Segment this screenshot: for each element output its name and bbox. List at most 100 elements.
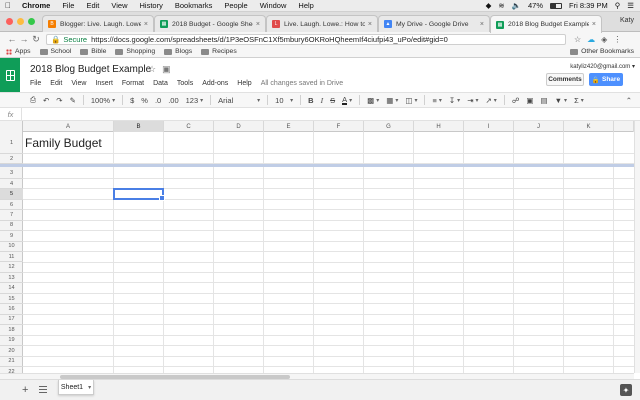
bookmark-folder[interactable]: Bible — [80, 48, 106, 55]
battery-icon[interactable] — [550, 2, 562, 9]
column-header[interactable]: H — [414, 121, 464, 132]
text-color-button[interactable]: A ▾ — [342, 95, 352, 105]
print-icon[interactable]: ⎙ — [30, 95, 36, 105]
menu-insert[interactable]: Insert — [95, 80, 113, 87]
row-header[interactable]: 19 — [0, 336, 23, 347]
all-sheets-icon[interactable] — [39, 386, 47, 393]
merge-cells-icon[interactable]: ◫ ▾ — [405, 96, 417, 105]
menu-data[interactable]: Data — [153, 80, 168, 87]
close-tab-icon[interactable]: × — [368, 21, 372, 28]
row-header[interactable]: 11 — [0, 252, 23, 263]
browser-tab[interactable]: B Blogger: Live. Laugh. Lowe. × — [42, 15, 154, 32]
menu-people[interactable]: People — [218, 1, 253, 10]
minimize-window-icon[interactable] — [17, 18, 24, 25]
column-header[interactable]: I — [464, 121, 514, 132]
star-icon[interactable]: ☆ — [574, 35, 581, 44]
row-header[interactable]: 14 — [0, 283, 23, 294]
close-tab-icon[interactable]: × — [480, 21, 484, 28]
italic-button[interactable]: I — [321, 96, 324, 105]
browser-tab-active[interactable]: ▦ 2018 Blog Budget Example - × — [490, 15, 602, 33]
bookmark-folder[interactable]: Blogs — [164, 48, 192, 55]
insert-chart-icon[interactable]: ▤ — [541, 96, 548, 105]
clock[interactable]: Fri 8:39 PM — [569, 1, 608, 10]
account-email[interactable]: katyliz420@gmail.com ▾ — [570, 63, 635, 70]
column-header[interactable]: B — [114, 121, 164, 132]
close-tab-icon[interactable]: × — [256, 21, 260, 28]
fill-color-icon[interactable]: ▩ ▾ — [367, 96, 379, 105]
insert-link-icon[interactable]: ☍ — [512, 96, 520, 105]
increase-decimal-button[interactable]: .00 — [168, 96, 178, 105]
row-header[interactable]: 10 — [0, 242, 23, 253]
align-vertical-icon[interactable]: ↧ ▾ — [449, 96, 460, 105]
redo-icon[interactable]: ↷ — [56, 96, 62, 105]
vertical-scrollbar[interactable] — [634, 121, 640, 373]
explore-icon[interactable]: ✦ — [620, 384, 632, 396]
menu-help[interactable]: Help — [237, 80, 251, 87]
row-header[interactable]: 18 — [0, 325, 23, 336]
row-header[interactable]: 1 — [0, 132, 23, 154]
more-formats-button[interactable]: 123 ▾ — [186, 96, 204, 105]
comments-button[interactable]: Comments — [546, 73, 584, 86]
column-header-overflow[interactable] — [614, 121, 634, 132]
maximize-window-icon[interactable] — [28, 18, 35, 25]
column-header[interactable]: J — [514, 121, 564, 132]
borders-icon[interactable]: ▦ ▾ — [386, 96, 398, 105]
percent-button[interactable]: % — [141, 96, 148, 105]
menu-help[interactable]: Help — [292, 1, 319, 10]
volume-icon[interactable]: 🔈 — [512, 1, 521, 10]
selected-cell[interactable] — [113, 188, 165, 202]
lock-icon[interactable]: 🔒 — [51, 35, 60, 44]
menu-edit[interactable]: Edit — [80, 1, 105, 10]
menu-view[interactable]: View — [105, 1, 133, 10]
spreadsheet-grid[interactable]: ABCDEFGHIJK 1 2 3 4 5 6 7 8 9 10 11 12 13 14 15 16 17 18 1… — [0, 121, 634, 373]
column-header[interactable]: D — [214, 121, 264, 132]
star-icon[interactable]: ☆ — [148, 64, 156, 75]
freeze-divider[interactable] — [0, 164, 634, 168]
row-header[interactable]: 2 — [0, 154, 23, 165]
document-title[interactable]: 2018 Blog Budget Example — [30, 64, 151, 75]
browser-tab[interactable]: ▦ 2018 Budget - Google Sheets × — [154, 15, 266, 32]
menu-bookmarks[interactable]: Bookmarks — [169, 1, 219, 10]
profile-button[interactable]: Katy — [620, 17, 634, 24]
save-status[interactable]: All changes saved in Drive — [261, 80, 344, 87]
menu-file[interactable]: File — [30, 80, 41, 87]
column-header[interactable]: E — [264, 121, 314, 132]
share-button[interactable]: 🔒 Share — [589, 73, 623, 86]
close-window-icon[interactable] — [6, 18, 13, 25]
menu-format[interactable]: Format — [122, 80, 144, 87]
menu-history[interactable]: History — [134, 1, 169, 10]
column-header[interactable]: C — [164, 121, 214, 132]
back-icon[interactable]: ← — [6, 34, 18, 44]
align-horizontal-icon[interactable]: ≡ ▾ — [432, 96, 441, 105]
row-header[interactable]: 6 — [0, 200, 23, 211]
cell-a1[interactable]: Family Budget — [23, 132, 102, 154]
row-header[interactable]: 4 — [0, 179, 23, 190]
close-tab-icon[interactable]: × — [592, 21, 596, 28]
bookmark-folder[interactable]: Shopping — [115, 48, 155, 55]
bold-button[interactable]: B — [308, 96, 313, 105]
font-size-select[interactable]: 10 ▾ — [275, 96, 293, 105]
forward-icon[interactable]: → — [18, 34, 30, 44]
menu-edit[interactable]: Edit — [50, 80, 62, 87]
row-header[interactable]: 17 — [0, 315, 23, 326]
font-select[interactable]: Arial ▾ — [218, 96, 260, 105]
strikethrough-button[interactable]: S — [330, 96, 335, 105]
menu-window[interactable]: Window — [254, 1, 293, 10]
row-header[interactable]: 8 — [0, 221, 23, 232]
menu-dots-icon[interactable]: ⋮ — [613, 35, 621, 44]
menu-tools[interactable]: Tools — [177, 80, 193, 87]
menu-addons[interactable]: Add-ons — [202, 80, 228, 87]
select-all-corner[interactable] — [0, 121, 23, 132]
undo-icon[interactable]: ↶ — [43, 96, 49, 105]
browser-tab[interactable]: ▲ My Drive - Google Drive × — [378, 15, 490, 32]
close-tab-icon[interactable]: × — [144, 21, 148, 28]
text-rotation-icon[interactable]: ↗ ▾ — [486, 96, 497, 105]
spotlight-icon[interactable]: ⚲ — [615, 1, 621, 10]
row-header[interactable]: 21 — [0, 357, 23, 367]
text-wrap-icon[interactable]: ⇥ ▾ — [467, 96, 478, 105]
decrease-decimal-button[interactable]: .0 — [155, 96, 161, 105]
menu-file[interactable]: File — [56, 1, 80, 10]
column-header[interactable]: F — [314, 121, 364, 132]
browser-tab[interactable]: L Live. Laugh. Lowe.: How to S × — [266, 15, 378, 32]
wifi-icon[interactable]: ≋ — [498, 1, 504, 10]
